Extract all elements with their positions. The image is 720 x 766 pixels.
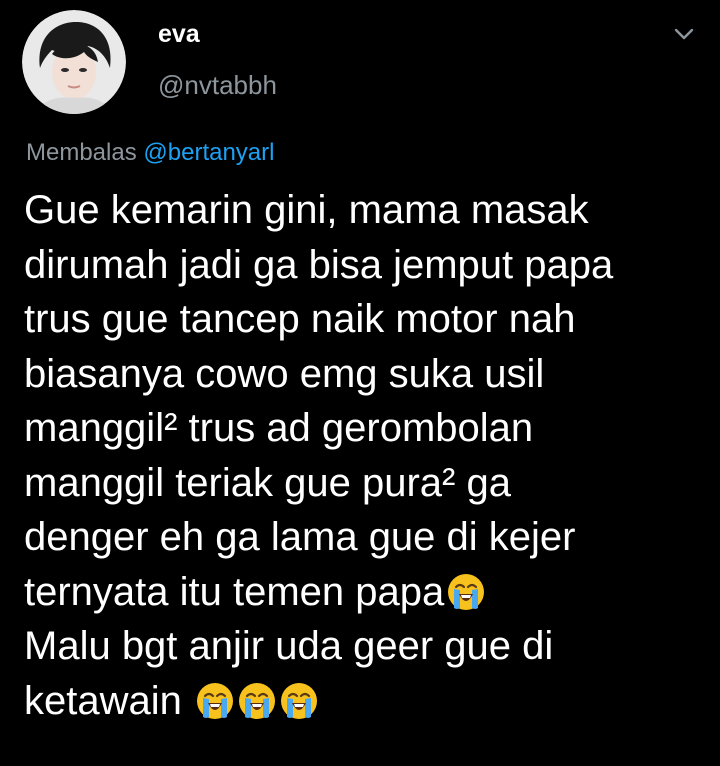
crying-face-emoji-icon xyxy=(237,681,277,721)
tweet-card: eva @nvtabbh Membalas @bertanyarl Gue ke… xyxy=(0,0,720,766)
reply-context: Membalas @bertanyarl xyxy=(26,139,274,167)
reply-prefix: Membalas xyxy=(26,139,137,166)
crying-face-emoji-icon xyxy=(279,681,319,721)
chevron-down-icon[interactable] xyxy=(672,22,696,46)
tweet-line: Gue kemarin gini, mama masak xyxy=(24,188,589,232)
display-name[interactable]: eva xyxy=(158,20,200,49)
tweet-line: manggil teriak gue pura² ga xyxy=(24,460,511,505)
avatar[interactable] xyxy=(22,10,126,114)
reply-mention-link[interactable]: @bertanyarl xyxy=(143,139,274,166)
tweet-line: Malu bgt anjir uda geer gue di xyxy=(24,624,554,668)
tweet-line: biasanya cowo emg suka usil xyxy=(24,351,545,396)
tweet-line-with-emoji: ternyata itu temen papa xyxy=(24,565,704,620)
tweet-line: trus gue tancep naik motor nah xyxy=(24,297,576,341)
tweet-line: dirumah jadi ga bisa jemput papa xyxy=(24,242,614,287)
crying-face-emoji-icon xyxy=(195,681,235,721)
tweet-line-with-emoji: ketawain xyxy=(24,674,704,729)
user-handle[interactable]: @nvtabbh xyxy=(158,70,277,101)
tweet-body: Gue kemarin gini, mama masak dirumah jad… xyxy=(24,183,704,728)
tweet-line: denger eh ga lama gue di kejer xyxy=(24,515,576,559)
tweet-line: manggil² trus ad gerombolan xyxy=(24,406,534,450)
tweet-line: ternyata itu temen papa xyxy=(24,569,445,614)
crying-face-emoji-icon xyxy=(446,572,486,612)
tweet-line: ketawain xyxy=(24,678,182,723)
